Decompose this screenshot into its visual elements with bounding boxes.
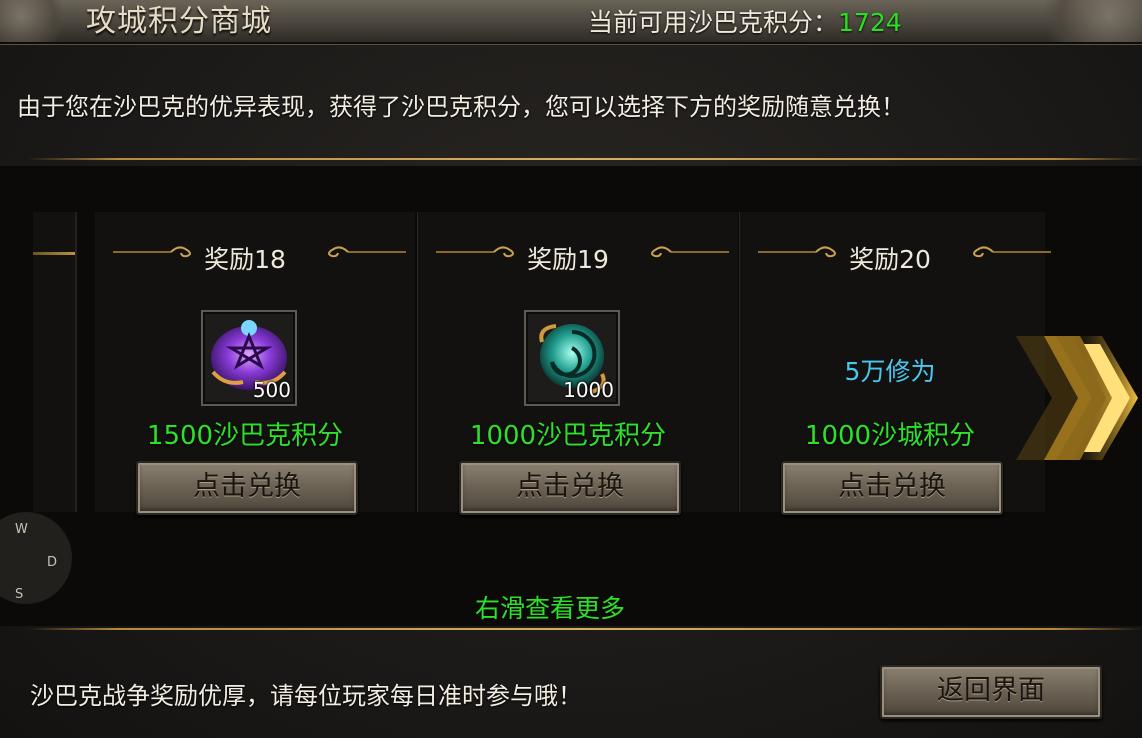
points-value: 1724: [838, 8, 902, 37]
back-button[interactable]: 返回界面: [880, 665, 1102, 719]
points-label: 当前可用沙巴克积分：: [588, 8, 839, 37]
item-slot[interactable]: 1000: [524, 310, 620, 406]
reward-card-partial[interactable]: [33, 212, 77, 512]
bottom-divider: [28, 628, 1142, 630]
title-bar: 攻城积分商城 当前可用沙巴克积分：1724: [0, 0, 1142, 44]
flourish-right-icon: [651, 246, 729, 258]
shop-description: 由于您在沙巴克的优异表现，获得了沙巴克积分，您可以选择下方的奖励随意兑换！: [17, 93, 905, 121]
scroll-right-arrow-icon[interactable]: [998, 330, 1142, 466]
footer-message: 沙巴克战争奖励优厚，请每位玩家每日准时参与哦！: [30, 682, 582, 710]
shop-panel: 攻城积分商城 当前可用沙巴克积分：1724 由于您在沙巴克的优异表现，获得了沙巴…: [0, 0, 1142, 738]
compass-d: D: [47, 555, 58, 570]
reward-card-18: 奖励18 500 1500沙巴克积分 点击兑换: [95, 212, 415, 515]
item-count: 500: [252, 378, 291, 402]
item-count: 1000: [563, 378, 614, 402]
exchange-button[interactable]: 点击兑换: [781, 461, 1003, 515]
exchange-button[interactable]: 点击兑换: [459, 461, 681, 515]
scroll-hint: 右滑查看更多: [474, 594, 625, 623]
available-points: 当前可用沙巴克积分：1724: [588, 3, 902, 39]
reward-cost: 1000沙巴克积分: [469, 421, 667, 451]
flourish-right-icon: [328, 246, 406, 258]
reward-cost: 1000沙城积分: [804, 421, 976, 451]
reward-description: 5万修为: [844, 357, 936, 386]
top-divider: [28, 158, 1142, 160]
reward-cost: 1500沙巴克积分: [146, 421, 344, 451]
compass-w: W: [15, 522, 28, 537]
reward-card-19: 奖励19 1000 1000沙巴克积分 点击兑换: [417, 212, 738, 515]
exchange-button[interactable]: 点击兑换: [136, 461, 358, 515]
flourish-decoration: [33, 252, 75, 255]
item-slot[interactable]: 500: [201, 310, 297, 406]
flourish-right-icon: [973, 246, 1051, 258]
panel-title: 攻城积分商城: [86, 4, 272, 39]
